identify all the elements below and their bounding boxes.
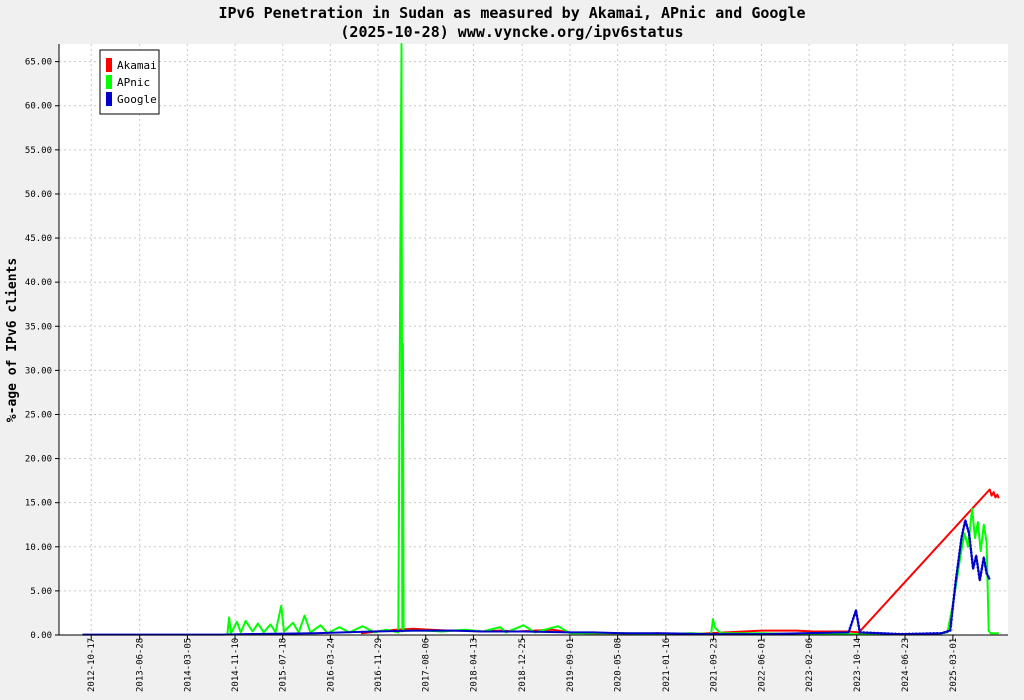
y-tick-label: 60.00 <box>25 102 52 112</box>
y-axis-ticks: 0.00 5.00 10.00 15.00 20.00 25.00 30.00 35.00 40… <box>25 58 59 641</box>
y-tick-label: 65.00 <box>25 58 52 68</box>
x-tick-label: 2014-03-05 <box>183 638 193 692</box>
x-tick-label: 2016-11-29 <box>374 638 384 692</box>
x-tick-label: 2017-08-06 <box>422 638 432 692</box>
y-tick-label: 40.00 <box>25 278 52 288</box>
x-axis-ticks: 2012-10-17 2013-06-28 2014-03-05 2014-11-10… <box>87 635 959 692</box>
x-tick-label: 2024-06-23 <box>901 638 911 692</box>
legend-label-apnic: APnic <box>117 76 150 89</box>
x-tick-label: 2023-02-06 <box>805 638 815 692</box>
legend-swatch-apnic <box>106 75 112 89</box>
x-tick-label: 2016-03-24 <box>326 638 336 692</box>
x-tick-label: 2018-12-25 <box>518 638 528 692</box>
y-axis-label: %-age of IPv6 clients <box>5 258 20 422</box>
x-tick-label: 2019-09-01 <box>566 638 576 692</box>
legend-swatch-akamai <box>106 58 112 72</box>
x-tick-label: 2015-07-18 <box>279 638 289 692</box>
x-tick-label: 2014-11-10 <box>231 638 241 692</box>
y-tick-label: 30.00 <box>25 366 52 376</box>
x-tick-label: 2013-06-28 <box>136 638 146 692</box>
x-tick-label: 2023-10-14 <box>853 638 863 692</box>
legend: Akamai APnic Google <box>99 49 160 115</box>
x-tick-label: 2020-05-08 <box>614 638 624 692</box>
x-tick-label: 2021-01-16 <box>662 638 672 692</box>
x-tick-label: 2025-03-01 <box>949 638 959 692</box>
chart-subtitle: (2025-10-28) www.vyncke.org/ipv6status <box>340 23 683 41</box>
y-tick-label: 5.00 <box>30 587 52 597</box>
x-tick-label: 2018-04-13 <box>469 638 479 692</box>
y-tick-label: 20.00 <box>25 455 52 465</box>
x-tick-label: 2021-09-23 <box>710 638 720 692</box>
y-tick-label: 55.00 <box>25 146 52 156</box>
x-tick-label: 2022-06-01 <box>757 638 767 692</box>
chart-title: IPv6 Penetration in Sudan as measured by… <box>219 4 806 22</box>
y-tick-label: 25.00 <box>25 410 52 420</box>
legend-label-akamai: Akamai <box>117 59 157 72</box>
y-tick-label: 50.00 <box>25 190 52 200</box>
ipv6-penetration-chart: IPv6 Penetration in Sudan as measured by… <box>5 4 1008 692</box>
legend-label-google: Google <box>117 93 157 106</box>
legend-swatch-google <box>106 92 112 106</box>
y-tick-label: 15.00 <box>25 499 52 509</box>
y-tick-label: 35.00 <box>25 322 52 332</box>
x-tick-label: 2012-10-17 <box>87 638 97 692</box>
y-tick-label: 45.00 <box>25 234 52 244</box>
y-tick-label: 10.00 <box>25 543 52 553</box>
y-tick-label: 0.00 <box>30 631 52 641</box>
